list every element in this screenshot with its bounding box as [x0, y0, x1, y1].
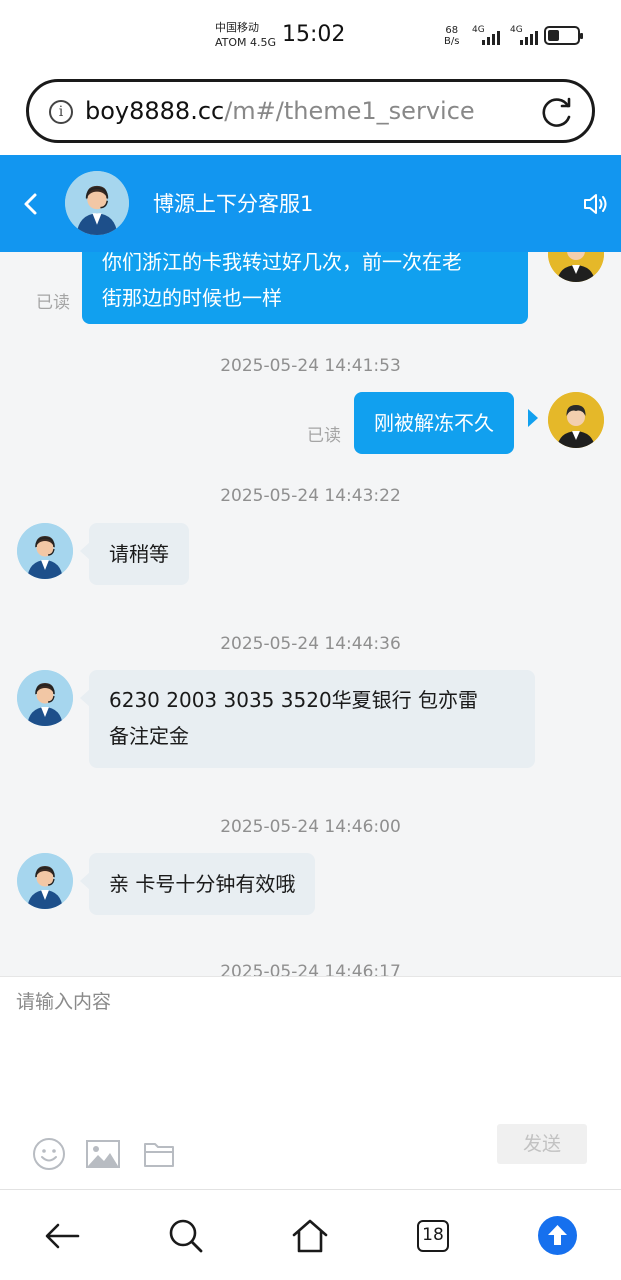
message-timestamp: 2025-05-24 14:44:36 — [220, 634, 401, 654]
url-host: boy8888.cc — [85, 97, 225, 125]
message-text: 街那边的时候也一样 — [102, 286, 282, 310]
back-arrow-icon[interactable] — [42, 1216, 82, 1256]
emoji-icon[interactable] — [31, 1137, 67, 1171]
tab-count-button[interactable]: 18 — [417, 1220, 449, 1252]
network-type: ATOM 4.5G — [215, 36, 277, 49]
folder-icon[interactable] — [141, 1137, 177, 1171]
user-avatar — [548, 252, 604, 282]
message-composer: 发送 — [0, 976, 621, 1189]
net-speed-unit: B/s — [444, 36, 460, 47]
incoming-message-bubble[interactable]: 请稍等 — [89, 523, 189, 585]
net-speed: 68 B/s — [444, 25, 459, 47]
url-path: /m#/theme1_service — [224, 97, 475, 125]
battery-fill — [548, 30, 559, 41]
agent-avatar-header — [65, 171, 129, 235]
message-text: 备注定金 — [109, 724, 189, 748]
net-speed-value: 68 — [445, 25, 459, 36]
outgoing-message-bubble[interactable]: 你们浙江的卡我转过好几次，前一次在老 街那边的时候也一样 — [82, 252, 528, 324]
carrier-info: 中国移动 ATOM 4.5G — [215, 20, 276, 50]
speaker-icon[interactable] — [580, 189, 610, 219]
image-icon[interactable] — [85, 1137, 121, 1171]
status-bar: 中国移动 ATOM 4.5G 15:02 68 B/s 4G 4G — [0, 0, 621, 70]
outgoing-message-bubble[interactable]: 刚被解冻不久 — [354, 392, 514, 454]
message-list[interactable]: 已读 你们浙江的卡我转过好几次，前一次在老 街那边的时候也一样 2025-05-… — [0, 252, 621, 976]
search-icon[interactable] — [166, 1216, 206, 1256]
message-text: 6230 2003 3035 3520华夏银行 包亦雷 — [109, 688, 479, 712]
incoming-message-bubble[interactable]: 6230 2003 3035 3520华夏银行 包亦雷 备注定金 — [89, 670, 535, 768]
message-text: 刚被解冻不久 — [374, 411, 494, 435]
user-avatar — [548, 392, 604, 448]
read-status: 已读 — [307, 426, 341, 446]
message-timestamp: 2025-05-24 14:46:00 — [220, 817, 401, 837]
reload-icon[interactable] — [537, 94, 577, 132]
upload-button[interactable] — [538, 1216, 577, 1255]
message-timestamp: 2025-05-24 14:41:53 — [220, 356, 401, 376]
agent-avatar — [17, 853, 73, 909]
message-text: 你们浙江的卡我转过好几次，前一次在老 — [102, 252, 462, 274]
info-icon[interactable]: i — [49, 100, 73, 124]
bubble-tail — [528, 409, 538, 427]
browser-nav-bar: 18 — [0, 1189, 621, 1280]
message-text: 亲 卡号十分钟有效哦 — [109, 872, 296, 896]
carrier-name: 中国移动 — [215, 21, 259, 34]
url-bar[interactable]: i boy8888.cc/m#/theme1_service — [26, 79, 595, 143]
chat-title: 博源上下分客服1 — [153, 192, 314, 216]
message-input[interactable] — [16, 987, 606, 1097]
message-timestamp: 2025-05-24 14:46:17 — [220, 962, 401, 976]
status-clock: 15:02 — [282, 22, 346, 47]
chat-header: 博源上下分客服1 — [0, 155, 621, 252]
home-icon[interactable] — [290, 1216, 330, 1256]
back-arrow-icon[interactable] — [14, 187, 48, 221]
send-button[interactable]: 发送 — [497, 1124, 587, 1164]
message-text: 请稍等 — [109, 542, 169, 566]
battery-icon — [544, 26, 583, 45]
agent-avatar — [17, 670, 73, 726]
agent-avatar — [17, 523, 73, 579]
message-timestamp: 2025-05-24 14:43:22 — [220, 486, 401, 506]
url-text[interactable]: boy8888.cc/m#/theme1_service — [85, 96, 475, 126]
read-status: 已读 — [36, 293, 70, 313]
upload-icon — [548, 1225, 567, 1245]
incoming-message-bubble[interactable]: 亲 卡号十分钟有效哦 — [89, 853, 316, 915]
